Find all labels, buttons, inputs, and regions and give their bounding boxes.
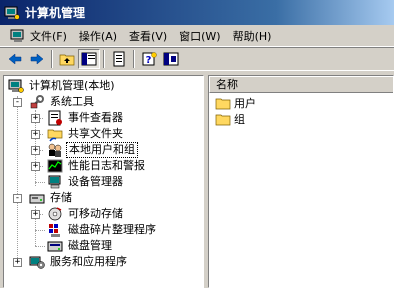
help-icon: ?	[142, 52, 157, 66]
services-apps-icon	[29, 256, 45, 269]
disk-management-icon	[47, 241, 63, 252]
event-viewer-icon	[48, 110, 62, 126]
up-one-level-button[interactable]	[56, 49, 78, 69]
menu-view[interactable]: 查看(V)	[123, 26, 173, 46]
menu-action-label: 操作(A)	[78, 29, 118, 43]
tree-item-label: 系统工具	[50, 95, 94, 108]
tree-item-label: 本地用户和组	[66, 142, 138, 158]
computer-management-icon	[8, 79, 24, 93]
tree-item-device-manager[interactable]: 设备管理器	[47, 174, 125, 190]
column-header-name[interactable]: 名称	[209, 76, 393, 93]
tree-item-label: 可移动存储	[68, 207, 123, 220]
tree-item-removable-storage[interactable]: 可移动存储	[47, 206, 125, 222]
forward-icon	[30, 53, 44, 65]
tree-connector	[35, 230, 45, 231]
computer-management-icon	[4, 6, 20, 20]
tree-item-label: 性能日志和警报	[68, 159, 145, 172]
tree-item-services-apps[interactable]: 服务和应用程序	[29, 254, 129, 270]
system-tools-icon	[30, 95, 44, 109]
expand-toggle[interactable]: +	[31, 146, 40, 155]
collapse-toggle[interactable]: -	[13, 98, 22, 107]
tree-item-label: 存储	[50, 191, 72, 204]
forward-button[interactable]	[26, 49, 48, 69]
tree-item-label: 设备管理器	[68, 175, 123, 188]
menu-bar: 文件(F) 操作(A) 查看(V) 窗口(W) 帮助(H)	[0, 25, 394, 47]
console-tree[interactable]: 计算机管理(本地) - 系统工具 + 事件查看器 + 共享文件夹 + 本地用户和…	[3, 75, 204, 288]
storage-icon	[29, 194, 45, 204]
list-item[interactable]: 组	[215, 111, 245, 127]
expand-toggle[interactable]: +	[31, 162, 40, 171]
menu-help-label: 帮助(H)	[232, 29, 272, 43]
expand-toggle[interactable]: +	[13, 258, 22, 267]
menu-window-label: 窗口(W)	[179, 29, 221, 43]
toolbar-separator	[133, 50, 135, 68]
window-title: 计算机管理	[25, 6, 86, 20]
show-hide-tree-button[interactable]	[78, 49, 100, 69]
menu-view-label: 查看(V)	[129, 29, 168, 43]
tree-item-label: 事件查看器	[68, 111, 123, 124]
users-icon	[48, 143, 62, 157]
properties-icon	[163, 52, 179, 66]
toolbar-separator	[51, 50, 53, 68]
tree-item-label: 磁盘管理	[68, 239, 112, 252]
title-bar[interactable]: 计算机管理	[0, 0, 394, 25]
tree-item-local-users-groups[interactable]: 本地用户和组	[47, 142, 138, 158]
folder-icon	[215, 98, 231, 110]
column-header-row: 名称	[209, 76, 393, 93]
tree-item-computer-management[interactable]: 计算机管理(本地)	[8, 78, 117, 94]
tree-item-disk-management[interactable]: 磁盘管理	[47, 238, 114, 254]
tree-item-disk-defragmenter[interactable]: 磁盘碎片整理程序	[47, 222, 158, 238]
menu-action[interactable]: 操作(A)	[73, 26, 123, 46]
tree-item-event-viewer[interactable]: 事件查看器	[47, 110, 125, 126]
tree-item-storage[interactable]: 存储	[29, 190, 74, 206]
tree-connector	[17, 96, 18, 260]
toolbar-separator	[103, 50, 105, 68]
tree-item-label: 磁盘碎片整理程序	[68, 223, 156, 236]
tree-item-performance-logs[interactable]: 性能日志和警报	[47, 158, 147, 174]
tree-item-label: 服务和应用程序	[50, 255, 127, 268]
list-item-label: 组	[234, 113, 245, 126]
list-item-label: 用户	[234, 97, 256, 110]
menu-window[interactable]: 窗口(W)	[173, 26, 226, 46]
performance-logs-icon	[47, 159, 63, 173]
expand-toggle[interactable]: +	[31, 114, 40, 123]
help-button[interactable]: ?	[138, 49, 160, 69]
tree-item-label: 计算机管理(本地)	[29, 79, 115, 92]
menu-file-label: 文件(F)	[30, 29, 67, 43]
tree-connector	[35, 182, 45, 183]
expand-toggle[interactable]: +	[31, 210, 40, 219]
tree-item-label: 共享文件夹	[68, 127, 123, 140]
export-list-icon	[113, 51, 125, 67]
device-manager-icon	[48, 175, 61, 189]
tree-item-system-tools[interactable]: 系统工具	[29, 94, 96, 110]
back-icon	[8, 53, 22, 65]
expand-toggle[interactable]: +	[31, 130, 40, 139]
back-button[interactable]	[4, 49, 26, 69]
menu-file[interactable]: 文件(F)	[4, 26, 73, 46]
tree-item-shared-folders[interactable]: 共享文件夹	[47, 126, 125, 142]
export-list-button[interactable]	[108, 49, 130, 69]
up-folder-icon	[59, 54, 75, 66]
svg-text:?: ?	[146, 55, 152, 66]
defragmenter-icon	[49, 224, 60, 237]
toolbar: ?	[0, 47, 394, 71]
show-hide-tree-icon	[81, 52, 97, 66]
menu-help[interactable]: 帮助(H)	[227, 26, 278, 46]
shared-folder-icon	[47, 129, 63, 142]
details-pane[interactable]: 名称 用户 组	[208, 75, 394, 288]
folder-icon	[215, 114, 231, 126]
list-item[interactable]: 用户	[215, 95, 256, 111]
properties-button[interactable]	[160, 49, 182, 69]
computer-management-icon[interactable]	[10, 28, 26, 44]
removable-storage-icon	[48, 207, 62, 221]
collapse-toggle[interactable]: -	[13, 194, 22, 203]
tree-connector	[35, 246, 45, 247]
